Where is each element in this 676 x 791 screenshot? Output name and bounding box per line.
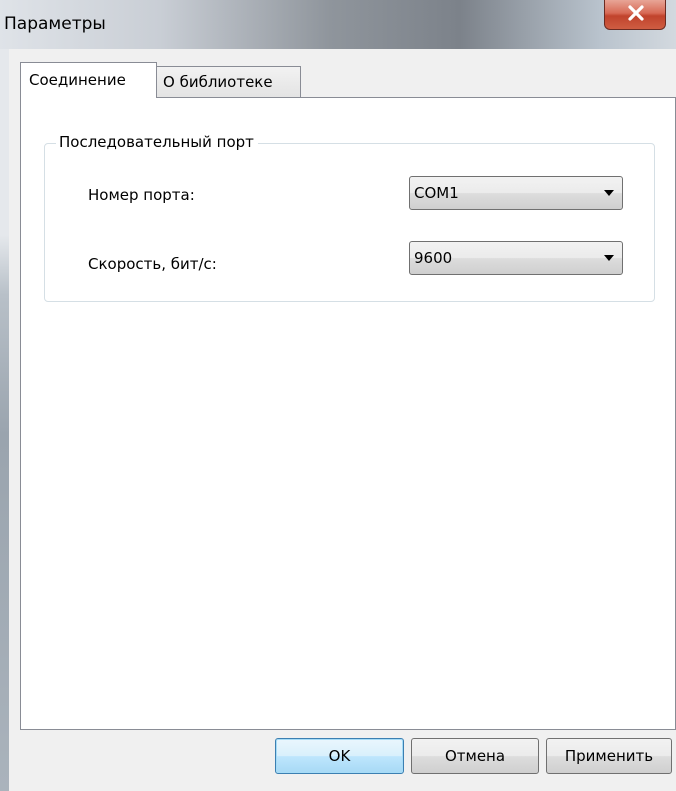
serial-port-group — [44, 143, 655, 302]
port-number-label: Номер порта: — [88, 186, 195, 204]
port-number-select[interactable]: COM1 — [409, 176, 623, 210]
ok-button[interactable]: OK — [275, 738, 404, 774]
tab-about-library[interactable]: О библиотеке — [157, 66, 301, 98]
apply-button[interactable]: Применить — [546, 738, 672, 774]
chevron-down-icon — [604, 255, 614, 261]
port-number-value: COM1 — [414, 184, 459, 202]
chevron-down-icon — [604, 190, 614, 196]
window-title: Параметры — [4, 14, 106, 34]
speed-select[interactable]: 9600 — [409, 241, 623, 275]
cancel-button[interactable]: Отмена — [411, 738, 539, 774]
tab-connection[interactable]: Соединение — [20, 62, 157, 98]
window-border-left-shadow — [0, 235, 9, 791]
settings-dialog: Параметры Соединение О библиотеке Послед… — [0, 0, 676, 791]
speed-label: Скорость, бит/с: — [88, 255, 217, 273]
serial-port-group-title: Последовательный порт — [56, 131, 258, 153]
speed-value: 9600 — [414, 249, 453, 267]
close-button[interactable] — [604, 0, 666, 30]
title-bar[interactable]: Параметры — [0, 0, 676, 49]
close-icon — [628, 5, 644, 21]
